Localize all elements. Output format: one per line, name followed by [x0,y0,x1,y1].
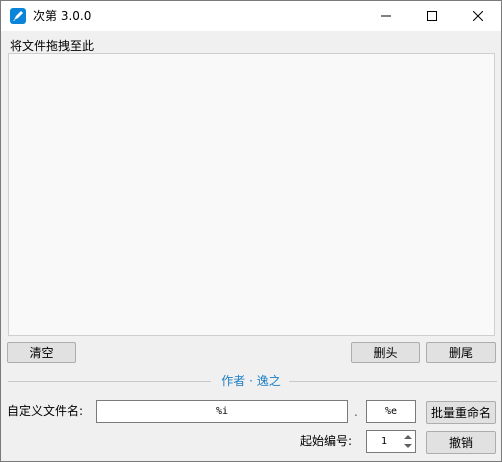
start-number-value[interactable]: 1 [367,431,401,452]
close-button[interactable] [455,1,501,31]
spin-up-button[interactable] [401,431,415,441]
custom-filename-label: 自定义文件名: [7,404,84,418]
main-window: 次第 3.0.0 将文件拖拽至此 清空 删头 删尾 作者 · 逸之 自定义文件名… [0,0,502,462]
divider-left [8,381,211,382]
app-icon [10,8,26,24]
drop-area-label: 将文件拖拽至此 [10,39,95,53]
start-number-stepper[interactable]: 1 [366,430,416,453]
delete-head-button[interactable]: 删头 [351,342,420,363]
start-number-label: 起始编号: [300,434,353,448]
undo-button[interactable]: 撤销 [426,431,496,454]
chevron-down-icon [404,443,412,448]
window-title: 次第 3.0.0 [33,9,92,23]
file-drop-area[interactable] [8,53,495,336]
extension-separator: . [354,405,358,419]
author-credit: 作者 · 逸之 [221,374,281,388]
maximize-icon [427,11,437,21]
minimize-icon [381,15,391,17]
chevron-up-icon [404,434,412,439]
spin-down-button[interactable] [401,441,415,451]
minimize-button[interactable] [363,1,409,31]
divider-right [289,381,497,382]
delete-tail-button[interactable]: 删尾 [426,342,496,363]
title-bar[interactable]: 次第 3.0.0 [1,1,501,31]
maximize-button[interactable] [409,1,455,31]
filename-pattern-input[interactable]: %i [96,400,348,423]
close-icon [473,11,483,21]
batch-rename-button[interactable]: 批量重命名 [426,401,496,424]
clear-button[interactable]: 清空 [7,342,76,363]
extension-pattern-input[interactable]: %e [366,400,416,423]
